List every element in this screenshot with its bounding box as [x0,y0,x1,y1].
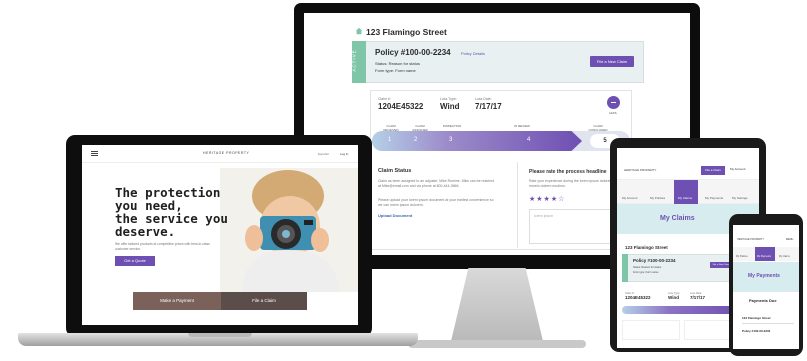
claim-status-panel [622,320,680,340]
loss-type: Wind [440,102,460,111]
step-number: 1 [388,137,392,143]
get-quote-button[interactable]: Get a Quote [115,256,155,266]
property-address: 123 Flamingo Street [625,245,668,250]
claim-number: 1204E45322 [378,102,424,111]
claim-progress-bar [622,306,742,314]
column-divider [517,162,518,248]
step-label: IN REVIEW [514,124,530,128]
tab-my-payments[interactable]: My Payments [705,196,723,200]
laptop-notch [188,333,252,337]
collapse-label: LESS [609,111,617,115]
step-label: CLAIM CONCLUDED [588,124,608,132]
tab-my-settings[interactable]: My Settings [732,196,748,200]
tab-my-claims[interactable]: My Claims [779,256,790,258]
menu-button[interactable]: MENU [786,238,793,241]
minus-icon [611,102,616,103]
file-claim-button[interactable]: File a Claim [221,292,307,310]
hamburger-menu-icon[interactable] [91,151,98,156]
hero-subtext: We offer tailored products at competitiv… [115,242,210,251]
tab-my-policies[interactable]: My Policies [736,256,748,258]
brand-logo[interactable]: HERITAGE PROPERTY [737,238,764,241]
step-label: CLAIM RECEIVED [383,124,399,132]
step-label: CLAIM ASSIGNED [412,124,428,132]
login-link[interactable]: Log In [340,152,348,156]
loss-type: Wind [668,295,679,300]
feedback-placeholder: lorem ipsum [534,214,554,218]
monitor-base [408,340,586,348]
monitor-stand [450,268,544,342]
step-number: 2 [414,137,418,143]
loss-date: 7/17/17 [690,295,706,300]
policy-details-link[interactable]: Policy Details [461,51,485,56]
claim-progress-fill [372,131,582,151]
upload-document-link[interactable]: Upload Document [378,213,412,218]
tab-my-claims[interactable]: My Claims [678,196,692,200]
make-payment-button[interactable]: Make a Payment [133,292,221,310]
divider [742,323,794,324]
hero-headline: The protection you need, the service you… [115,186,245,238]
claim-status-text-2: Please upload your lorem ipsum document … [378,198,494,207]
policy-status: Status: Reason for status [375,61,420,66]
brand-logo[interactable]: HERITAGE PROPERTY [203,151,249,155]
file-new-claim-button[interactable]: File a New Claim [590,56,634,67]
tab-my-payments[interactable]: My Payments [757,256,771,258]
step-number: 3 [449,137,453,143]
active-status-strip [622,254,628,282]
property-address: 123 Flamingo Street [366,27,447,37]
policy-number: Policy #100-00-2234 [633,258,676,263]
collapse-button[interactable] [607,96,620,109]
active-tab-highlight [755,247,775,261]
policy-number: Policy #100-00-2234 [375,48,451,57]
tab-my-policies[interactable]: My Policies [650,196,665,200]
loss-date-label: Loss Date: [475,97,492,101]
account-menu[interactable]: My Account [730,167,746,171]
active-status-strip: ACTIVE [352,41,366,83]
language-link[interactable]: Español [318,152,329,156]
claim-status-title: Claim Status [378,168,412,174]
claim-number: 1204E45322 [625,295,651,300]
policy-number: Policy #100-00-2234 [742,329,771,333]
page-title: My Payments [748,273,780,279]
active-tab-highlight [674,180,698,204]
loss-date: 7/17/17 [475,102,502,111]
policy-form-type: Form type: Form name [633,271,659,274]
brand-logo[interactable]: HERITAGE PROPERTY [624,168,656,172]
tab-my-account[interactable]: My Account [622,196,638,200]
loss-type-label: Loss Type: [440,97,457,101]
star-rating[interactable]: ★★★★☆ [529,195,565,203]
home-icon [355,27,363,35]
file-claim-button[interactable]: File a Claim [701,166,725,175]
claim-number-label: Claim #: [378,97,391,101]
active-label: ACTIVE [351,49,357,72]
payments-due-heading: Payments Due [749,298,777,303]
step-label: INSPECTION [442,124,462,128]
rate-process-title: Please rate the process headline [529,169,607,175]
property-address: 123 Flamingo Street [742,316,771,320]
hero-line: deserve. [115,224,176,239]
page-title: My Claims [660,215,695,222]
policy-status: Status: Reason for status [633,266,662,269]
step-number: 4 [527,137,531,143]
policy-form-type: Form type: Form name [375,68,416,73]
claim-status-text: Claim as been assigned to an adjuster, M… [378,179,495,188]
